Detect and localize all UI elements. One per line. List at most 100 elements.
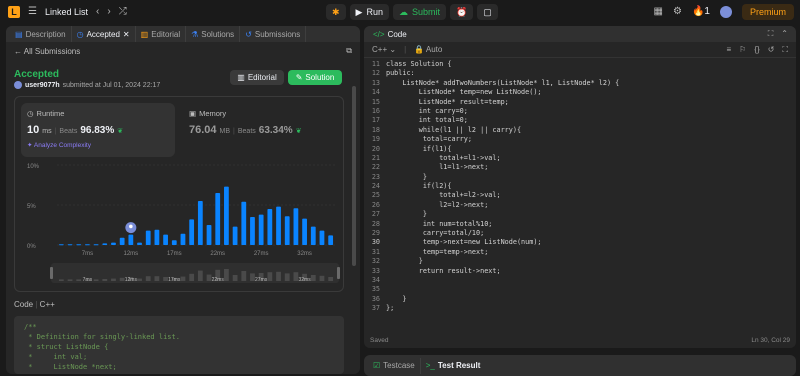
lock-icon: 🔒 — [414, 45, 425, 54]
chart-bar — [102, 243, 108, 245]
code-line[interactable]: 17 int total=0; — [364, 116, 796, 125]
debug-button[interactable]: ✱ — [326, 4, 346, 20]
fullscreen-icon[interactable]: ⛶ — [782, 45, 788, 55]
overview-bar — [111, 278, 116, 281]
solution-button[interactable]: ✎ Solution — [288, 70, 342, 85]
code-line[interactable]: 28 int num=total%10; — [364, 220, 796, 229]
code-line[interactable]: 32 } — [364, 257, 796, 266]
user-avatar[interactable] — [719, 6, 732, 18]
code-line[interactable]: 24 if(l2){ — [364, 182, 796, 191]
code-line[interactable]: 16 int carry=0; — [364, 107, 796, 116]
auto-toggle[interactable]: 🔒 Auto — [414, 45, 442, 54]
username[interactable]: user9077h — [25, 82, 60, 89]
submit-button[interactable]: ☁ Submit — [392, 4, 446, 20]
line-number: 11 — [371, 60, 380, 68]
x-tick-label: 12ms — [124, 251, 139, 257]
code-line[interactable]: 18 while(l1 || l2 || carry){ — [364, 126, 796, 135]
code-line[interactable]: 11 class Solution { — [364, 60, 796, 69]
timer-button[interactable]: ⏰ — [450, 4, 474, 20]
chart-bar — [76, 244, 82, 246]
problem-list-title[interactable]: Linked List — [45, 7, 88, 17]
code-line[interactable]: 22 l1=l1->next; — [364, 163, 796, 172]
line-text: if(l1){ — [386, 144, 452, 153]
line-text: l1=l1->next; — [386, 163, 489, 172]
tab-submissions[interactable]: ↺ Submissions — [240, 26, 307, 42]
line-text: ListNode* addTwoNumbers(ListNode* l1, Li… — [386, 78, 620, 87]
link-icon[interactable]: ⧉ — [346, 46, 352, 56]
memory-card[interactable]: ▣ Memory 76.04 MB | Beats 63.34% ❦ — [183, 103, 337, 157]
code-line[interactable]: 25 total+=l2->val; — [364, 191, 796, 200]
settings-icon[interactable]: ⚙ — [673, 6, 682, 18]
code-editor[interactable]: 11 class Solution {12 public: 13 ListNode* … — [364, 60, 796, 330]
prev-problem-icon[interactable]: ‹ — [96, 6, 99, 18]
close-tab-icon[interactable]: ✕ — [123, 30, 130, 39]
line-number: 26 — [371, 200, 380, 209]
code-line[interactable]: 14 ListNode* temp=new ListNode(); — [364, 88, 796, 97]
tab-description[interactable]: ▤ Description — [10, 26, 72, 42]
all-submissions-link[interactable]: ← All Submissions — [14, 47, 80, 56]
x-tick-label: 32ms — [297, 251, 312, 257]
shuffle-icon[interactable]: ⤮ — [119, 6, 127, 18]
code-line[interactable]: 29 carry=total/10; — [364, 229, 796, 238]
leaf-icon: ❦ — [295, 128, 302, 135]
code-line[interactable]: 26 l2=l2->next; — [364, 201, 796, 210]
editorial-button[interactable]: ▥ Editorial — [230, 70, 284, 85]
chart-bar — [302, 218, 307, 245]
chevron-up-icon[interactable]: ⌃ — [781, 29, 788, 39]
tab-accepted[interactable]: ◷ Accepted ✕ — [72, 26, 136, 42]
code-line[interactable]: 19 total=carry; — [364, 135, 796, 144]
notes-button[interactable]: ▢ — [477, 4, 498, 20]
code-line[interactable]: 27 } — [364, 210, 796, 219]
tab-editorial[interactable]: ▥ Editorial — [136, 26, 187, 42]
analyze-complexity-link[interactable]: ✦ Analyze Complexity — [27, 141, 169, 149]
line-number: 19 — [371, 135, 380, 144]
premium-button[interactable]: Premium — [741, 4, 794, 20]
tab-testcase[interactable]: ☑ Testcase — [368, 357, 421, 374]
line-number: 16 — [371, 106, 380, 115]
chart-bar — [145, 230, 151, 245]
run-button[interactable]: ▶ Run — [349, 4, 389, 20]
maximize-icon[interactable]: ⛶ — [768, 29, 774, 39]
leetcode-logo-icon[interactable]: L — [8, 6, 20, 18]
line-text: carry=total/10; — [386, 229, 485, 238]
code-line[interactable]: 31 temp=temp->next; — [364, 248, 796, 257]
layout-icon[interactable]: ▦ — [654, 6, 663, 18]
runtime-card[interactable]: ◷ Runtime 10 ms | Beats 96.83% ❦ ✦ Analyz… — [21, 103, 175, 157]
braces-icon[interactable]: {} — [754, 45, 759, 55]
code-line[interactable]: 13 ListNode* addTwoNumbers(ListNode* l1,… — [364, 79, 796, 88]
format-icon[interactable]: ≡ — [727, 45, 732, 55]
code-line[interactable]: 21 total+=l1->val; — [364, 154, 796, 163]
code-line[interactable]: 35 — [364, 285, 796, 294]
code-line[interactable]: 20 if(l1){ — [364, 145, 796, 154]
code-line[interactable]: 37}; — [364, 304, 796, 313]
scrollbar[interactable] — [352, 86, 356, 266]
next-problem-icon[interactable]: › — [107, 6, 110, 18]
language-select[interactable]: C++ ⌄ — [372, 45, 396, 54]
code-line[interactable]: 30 temp->next=new ListNode(num); — [364, 238, 796, 247]
reset-icon[interactable]: ↺ — [768, 45, 775, 55]
problem-list-icon[interactable]: ☰ — [28, 6, 37, 18]
code-line[interactable]: 12 public: — [364, 69, 796, 78]
x-tick-label: 22ms — [210, 251, 225, 257]
code-line[interactable]: 15 ListNode* result=temp; — [364, 98, 796, 107]
tab-code[interactable]: </> Code — [368, 26, 412, 42]
chart-bar — [85, 244, 90, 246]
code-line[interactable]: 33 return result->next; — [364, 267, 796, 276]
runtime-distribution-chart[interactable]: 10% 5% 0% 7ms 12ms 17ms 22ms 27ms 32ms 7ms 12ms 17m… — [17, 161, 343, 291]
code-line[interactable]: 36 } — [364, 295, 796, 304]
submitted-code[interactable]: /** * Definition for singly-linked list.… — [14, 316, 344, 374]
tab-test-result[interactable]: >_ Test Result — [421, 358, 486, 374]
streak-fire-icon[interactable]: 🔥1 — [692, 6, 710, 18]
line-text: temp=temp->next; — [386, 247, 489, 256]
code-line: /** — [24, 323, 37, 331]
code-line[interactable]: 23 } — [364, 173, 796, 182]
overview-bar — [76, 279, 82, 281]
bookmark-icon[interactable]: ⚐ — [739, 45, 746, 55]
tab-label: Accepted — [86, 29, 120, 39]
chart-bar — [163, 234, 168, 245]
tab-solutions[interactable]: ⚗ Solutions — [186, 26, 241, 42]
chart-bar — [128, 234, 134, 245]
overview-bar — [319, 275, 325, 281]
x-tick-label: 7ms — [82, 251, 93, 257]
code-line[interactable]: 34 — [364, 276, 796, 285]
